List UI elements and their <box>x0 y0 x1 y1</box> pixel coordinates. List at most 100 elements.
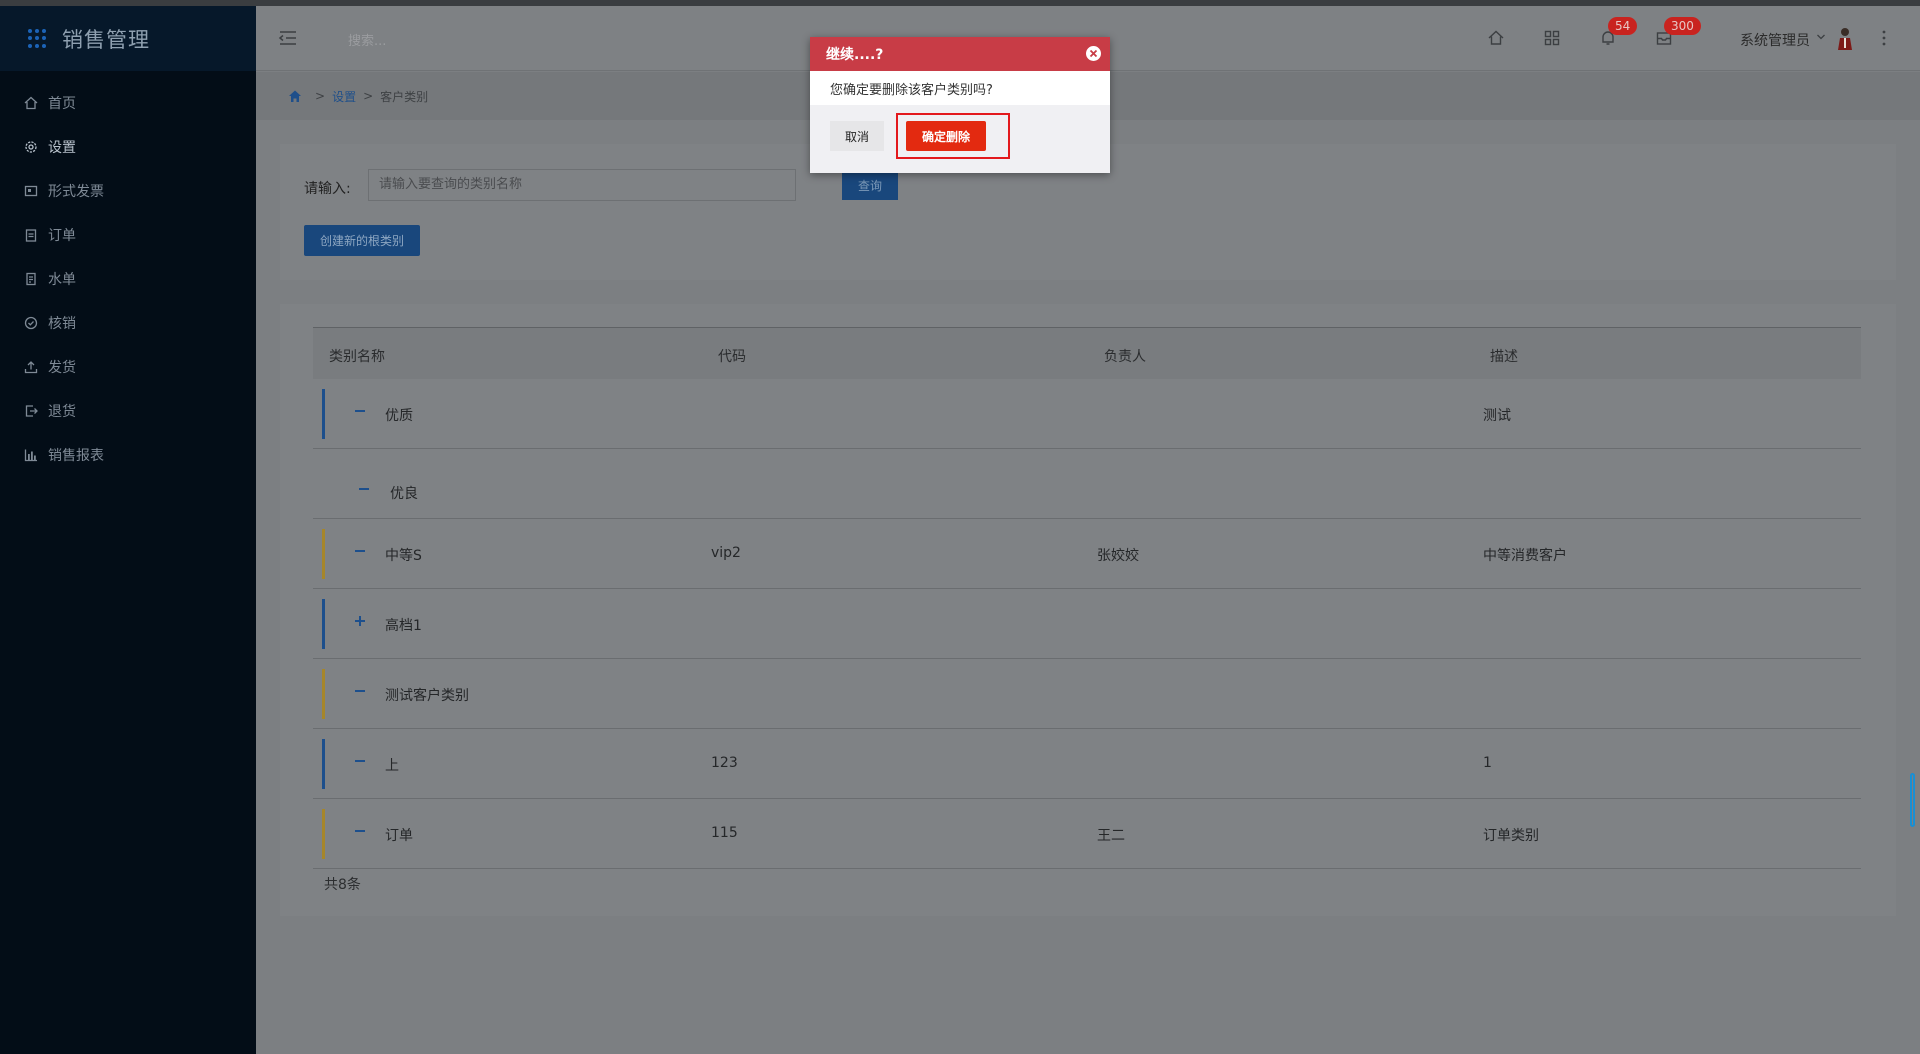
bar-chart-icon <box>24 448 38 462</box>
column-header-code: 代码 <box>718 349 746 365</box>
messages-badge: 300 <box>1664 17 1701 35</box>
sidebar-menu: 首页 设置 形式发票 订单 水单 核销 发货 退货 销售报表 <box>0 81 256 477</box>
sidebar-item-orders[interactable]: 订单 <box>0 213 256 257</box>
table-row[interactable]: 优质 测试 <box>313 379 1861 449</box>
app-title: 销售管理 <box>62 27 150 52</box>
table-row[interactable]: 订单 115 王二 订单类别 <box>313 799 1861 869</box>
row-name: 上 <box>385 758 399 774</box>
row-code: vip2 <box>711 545 741 561</box>
upload-icon <box>24 360 38 374</box>
row-level-bar <box>322 809 325 859</box>
breadcrumb-current: 客户类别 <box>380 89 429 104</box>
dialog-title: 继续....? <box>826 47 884 63</box>
scrollbar-handle[interactable] <box>1910 773 1915 827</box>
create-root-category-button[interactable]: 创建新的根类别 <box>304 225 420 256</box>
sidebar-item-label: 发货 <box>48 360 76 376</box>
chevron-down-icon[interactable] <box>1816 32 1826 42</box>
header-search-input[interactable]: 搜索... <box>348 30 386 49</box>
table-row[interactable]: 上 123 1 <box>313 729 1861 799</box>
filter-label: 请输入: <box>304 181 351 197</box>
breadcrumb-settings-link[interactable]: 设置 <box>332 88 356 105</box>
sidebar-item-label: 水单 <box>48 272 76 288</box>
row-name: 测试客户类别 <box>385 688 469 704</box>
sidebar-item-label: 核销 <box>48 316 76 332</box>
sidebar-item-label: 形式发票 <box>48 184 104 200</box>
row-level-bar <box>322 389 325 439</box>
check-circle-icon <box>24 316 38 330</box>
row-description: 中等消费客户 <box>1483 548 1567 564</box>
category-search-input[interactable]: 请输入要查询的类别名称 <box>368 169 796 201</box>
sidebar-item-label: 销售报表 <box>48 448 104 464</box>
row-level-bar <box>322 529 325 579</box>
cancel-button[interactable]: 取消 <box>830 121 884 151</box>
row-description: 1 <box>1483 755 1492 771</box>
more-options-icon[interactable] <box>1881 28 1887 48</box>
receipt-icon <box>24 272 38 286</box>
home-icon <box>24 96 38 110</box>
row-level-bar <box>322 669 325 719</box>
row-name: 高档1 <box>385 618 422 634</box>
dialog-message: 您确定要删除该客户类别吗? <box>810 71 1110 105</box>
row-code: 115 <box>711 825 738 841</box>
table-row[interactable]: 测试客户类别 <box>313 659 1861 729</box>
sidebar-item-returns[interactable]: 退货 <box>0 389 256 433</box>
sidebar-item-home[interactable]: 首页 <box>0 81 256 125</box>
sidebar-item-label: 退货 <box>48 404 76 420</box>
row-level-bar <box>322 599 325 649</box>
menu-toggle-icon[interactable] <box>278 30 298 46</box>
delete-confirm-dialog: 继续....? 您确定要删除该客户类别吗? 取消 确定删除 <box>810 37 1110 173</box>
sidebar-item-receipts[interactable]: 水单 <box>0 257 256 301</box>
sidebar-item-label: 首页 <box>48 96 76 112</box>
bell-icon[interactable]: 54 <box>1598 17 1638 48</box>
sidebar-item-shipping[interactable]: 发货 <box>0 345 256 389</box>
home-icon[interactable] <box>288 89 302 103</box>
confirm-delete-button[interactable]: 确定删除 <box>906 121 986 151</box>
collapse-icon[interactable] <box>353 404 367 418</box>
notifications-badge: 54 <box>1608 17 1638 35</box>
sidebar-item-label: 设置 <box>48 140 76 156</box>
row-owner: 王二 <box>1097 828 1125 844</box>
dialog-header: 继续....? <box>810 37 1110 71</box>
clipboard-icon <box>24 228 38 242</box>
collapse-icon[interactable] <box>353 824 367 838</box>
collapse-icon[interactable] <box>353 754 367 768</box>
row-name: 订单 <box>385 828 413 844</box>
row-name: 优良 <box>390 486 418 502</box>
apps-grid-icon <box>28 28 48 49</box>
gear-icon <box>24 140 38 154</box>
sidebar-item-sales-report[interactable]: 销售报表 <box>0 433 256 477</box>
return-icon <box>24 404 38 418</box>
sidebar-item-writeoff[interactable]: 核销 <box>0 301 256 345</box>
avatar[interactable] <box>1836 26 1854 50</box>
invoice-icon <box>24 184 38 198</box>
table-header: 类别名称 代码 负责人 描述 <box>313 327 1861 379</box>
close-icon[interactable] <box>1085 45 1102 62</box>
category-table-panel: 类别名称 代码 负责人 描述 优质 测试 优良 中等S vip2 张姣姣 中等消… <box>280 304 1896 916</box>
breadcrumb-separator: > <box>363 89 374 103</box>
table-row[interactable]: 优良 <box>313 449 1861 519</box>
sidebar-item-proforma-invoice[interactable]: 形式发票 <box>0 169 256 213</box>
sidebar-item-label: 订单 <box>48 228 76 244</box>
column-header-owner: 负责人 <box>1104 349 1146 365</box>
sidebar: 销售管理 首页 设置 形式发票 订单 水单 核销 发货 退货 销售报表 <box>0 6 256 1054</box>
table-row[interactable]: 高档1 <box>313 589 1861 659</box>
expand-icon[interactable] <box>353 614 367 628</box>
column-header-description: 描述 <box>1490 349 1518 365</box>
sidebar-item-settings[interactable]: 设置 <box>0 125 256 169</box>
inbox-icon[interactable]: 300 <box>1654 17 1701 48</box>
collapse-icon[interactable] <box>353 684 367 698</box>
collapse-icon[interactable] <box>353 544 367 558</box>
grid-icon[interactable] <box>1542 28 1562 48</box>
row-description: 测试 <box>1483 408 1511 424</box>
home-icon[interactable] <box>1486 28 1506 48</box>
table-row[interactable]: 中等S vip2 张姣姣 中等消费客户 <box>313 519 1861 589</box>
row-level-bar <box>322 739 325 789</box>
row-code: 123 <box>711 755 738 771</box>
table-total-count: 共8条 <box>324 877 361 893</box>
collapse-icon[interactable] <box>357 482 371 496</box>
brand[interactable]: 销售管理 <box>0 6 256 71</box>
row-owner: 张姣姣 <box>1097 548 1139 564</box>
user-menu[interactable]: 系统管理员 <box>1740 30 1810 50</box>
row-name: 中等S <box>385 548 422 564</box>
query-button[interactable]: 查询 <box>842 170 898 200</box>
